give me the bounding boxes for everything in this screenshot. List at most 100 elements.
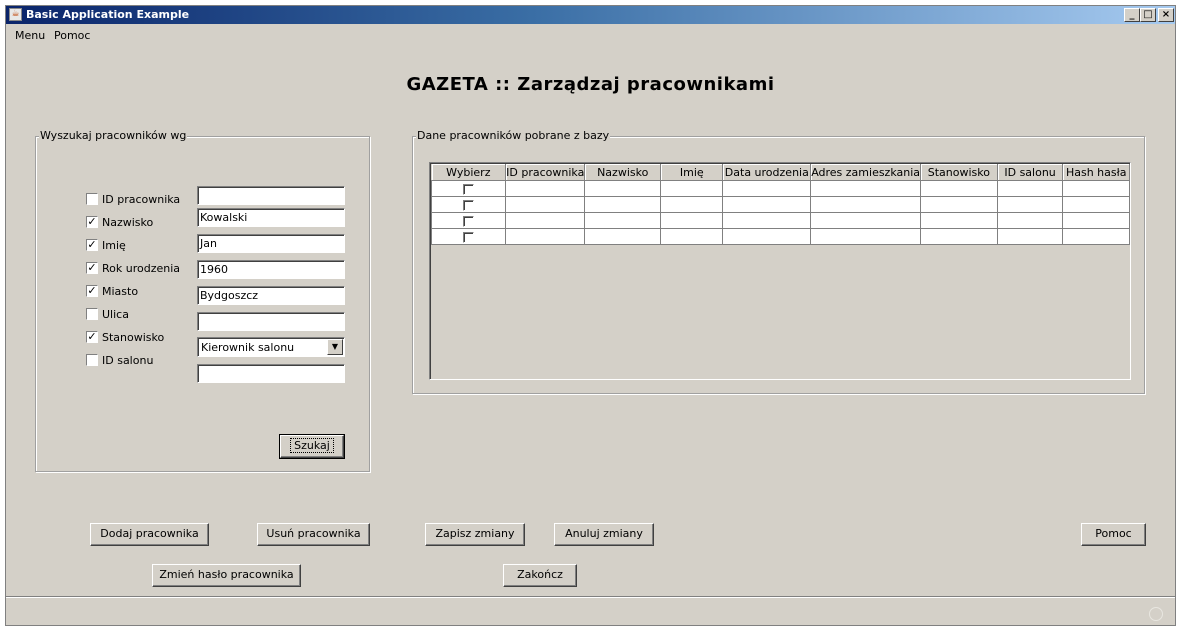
help-button[interactable]: Pomoc: [1081, 523, 1146, 546]
row-select-checkbox[interactable]: [463, 231, 475, 243]
table-cell[interactable]: [584, 196, 662, 213]
table-cell[interactable]: [996, 180, 1064, 197]
row-select-checkbox[interactable]: [463, 215, 475, 227]
table-cell[interactable]: [584, 180, 662, 197]
table-cell[interactable]: [920, 212, 998, 229]
title-bar[interactable]: ☕ Basic Application Example _ □ ×: [6, 6, 1175, 24]
filter-rok-urodzenia-input[interactable]: 1960: [197, 260, 345, 279]
table-cell[interactable]: [1062, 212, 1130, 229]
filter-imie-checkbox[interactable]: ✓: [86, 239, 98, 251]
select-cell[interactable]: [430, 228, 507, 245]
table-cell[interactable]: [920, 196, 998, 213]
table-row[interactable]: [430, 228, 1130, 245]
filter-imie-label: Imię: [102, 239, 126, 252]
table-cell[interactable]: [810, 228, 922, 245]
select-cell[interactable]: [430, 212, 507, 229]
results-table-scrollpane[interactable]: Wybierz ID pracownika Nazwisko Imię Data uro…: [429, 162, 1131, 380]
column-header[interactable]: Hash hasła: [1062, 164, 1130, 181]
table-cell[interactable]: [810, 180, 922, 197]
select-cell[interactable]: [430, 196, 507, 213]
select-cell[interactable]: [430, 180, 507, 197]
filter-nazwisko-input[interactable]: Kowalski: [197, 208, 345, 227]
exit-button[interactable]: Zakończ: [503, 564, 577, 587]
table-cell[interactable]: [660, 196, 724, 213]
position-select[interactable]: Kierownik salonu ▼: [197, 337, 345, 357]
table-cell[interactable]: [584, 228, 662, 245]
table-cell[interactable]: [1062, 196, 1130, 213]
remove-employee-button[interactable]: Usuń pracownika: [257, 523, 370, 546]
table-cell[interactable]: [505, 196, 586, 213]
table-cell[interactable]: [722, 228, 812, 245]
maximize-button[interactable]: □: [1140, 8, 1156, 22]
results-panel: Dane pracowników pobrane z bazy Wybierz I…: [412, 129, 1145, 394]
filter-rok-urodzenia-checkbox[interactable]: ✓: [86, 262, 98, 274]
cancel-changes-button[interactable]: Anuluj zmiany: [554, 523, 654, 546]
column-header[interactable]: Wybierz: [431, 164, 507, 181]
close-button[interactable]: ×: [1158, 8, 1174, 22]
column-header[interactable]: Data urodzenia: [722, 164, 812, 181]
java-cup-icon: ☕: [9, 8, 22, 21]
save-changes-button[interactable]: Zapisz zmiany: [425, 523, 525, 546]
row-select-checkbox[interactable]: [463, 199, 475, 211]
app-window: ☕ Basic Application Example _ □ × Menu P…: [5, 5, 1176, 626]
menu-item-pomoc[interactable]: Pomoc: [54, 29, 90, 42]
position-select-value: Kierownik salonu: [201, 341, 295, 354]
column-header[interactable]: ID salonu: [997, 164, 1064, 181]
table-cell[interactable]: [996, 212, 1064, 229]
filter-ulica-input[interactable]: [197, 312, 345, 331]
table-cell[interactable]: [722, 212, 812, 229]
table-cell[interactable]: [722, 196, 812, 213]
table-cell[interactable]: [505, 228, 586, 245]
busy-indicator-icon: [1149, 607, 1163, 621]
filter-imie-input[interactable]: Jan: [197, 234, 345, 253]
add-employee-button[interactable]: Dodaj pracownika: [90, 523, 209, 546]
filter-nazwisko-label: Nazwisko: [102, 216, 154, 229]
filter-id-salonu-checkbox[interactable]: [86, 354, 98, 366]
table-cell[interactable]: [660, 228, 724, 245]
column-header[interactable]: ID pracownika: [505, 164, 586, 181]
search-panel: Wyszukaj pracowników wg ID pracownika ✓ Na…: [35, 129, 370, 472]
search-button[interactable]: Szukaj: [279, 434, 345, 459]
column-header[interactable]: Adres zamieszkania: [810, 164, 922, 181]
filter-id-pracownika-checkbox[interactable]: [86, 193, 98, 205]
table-cell[interactable]: [584, 212, 662, 229]
page-title: GAZETA :: Zarządzaj pracownikami: [406, 74, 775, 95]
filter-id-salonu-input[interactable]: [197, 364, 345, 383]
column-header[interactable]: Imię: [660, 164, 724, 181]
filter-nazwisko-checkbox[interactable]: ✓: [86, 216, 98, 228]
chevron-down-icon[interactable]: ▼: [327, 339, 343, 355]
table-cell[interactable]: [810, 196, 922, 213]
table-cell[interactable]: [660, 180, 724, 197]
minimize-button[interactable]: _: [1124, 8, 1140, 22]
table-cell[interactable]: [810, 212, 922, 229]
column-header[interactable]: Stanowisko: [920, 164, 998, 181]
filter-id-pracownika-input[interactable]: [197, 186, 345, 205]
table-cell[interactable]: [660, 212, 724, 229]
filter-miasto-checkbox[interactable]: ✓: [86, 285, 98, 297]
table-cell[interactable]: [722, 180, 812, 197]
filter-stanowisko-checkbox[interactable]: ✓: [86, 331, 98, 343]
table-row[interactable]: [430, 180, 1130, 197]
filter-miasto-input[interactable]: Bydgoszcz: [197, 286, 345, 305]
change-password-button[interactable]: Zmień hasło pracownika: [152, 564, 301, 587]
filter-id-pracownika-label: ID pracownika: [102, 193, 181, 206]
menu-bar: Menu Pomoc: [6, 25, 1175, 45]
table-cell[interactable]: [920, 228, 998, 245]
filter-ulica-label: Ulica: [102, 308, 129, 321]
table-cell[interactable]: [1062, 228, 1130, 245]
table-cell[interactable]: [1062, 180, 1130, 197]
filter-rok-urodzenia-label: Rok urodzenia: [102, 262, 181, 275]
row-select-checkbox[interactable]: [463, 183, 475, 195]
table-cell[interactable]: [920, 180, 998, 197]
column-header[interactable]: Nazwisko: [584, 164, 662, 181]
filter-ulica-checkbox[interactable]: [86, 308, 98, 320]
table-cell[interactable]: [996, 228, 1064, 245]
table-row[interactable]: [430, 212, 1130, 229]
results-table: Wybierz ID pracownika Nazwisko Imię Data uro…: [430, 164, 1130, 245]
menu-item-menu[interactable]: Menu: [15, 29, 45, 42]
table-cell[interactable]: [996, 196, 1064, 213]
table-cell[interactable]: [505, 212, 586, 229]
table-cell[interactable]: [505, 180, 586, 197]
filter-miasto-label: Miasto: [102, 285, 139, 298]
table-row[interactable]: [430, 196, 1130, 213]
